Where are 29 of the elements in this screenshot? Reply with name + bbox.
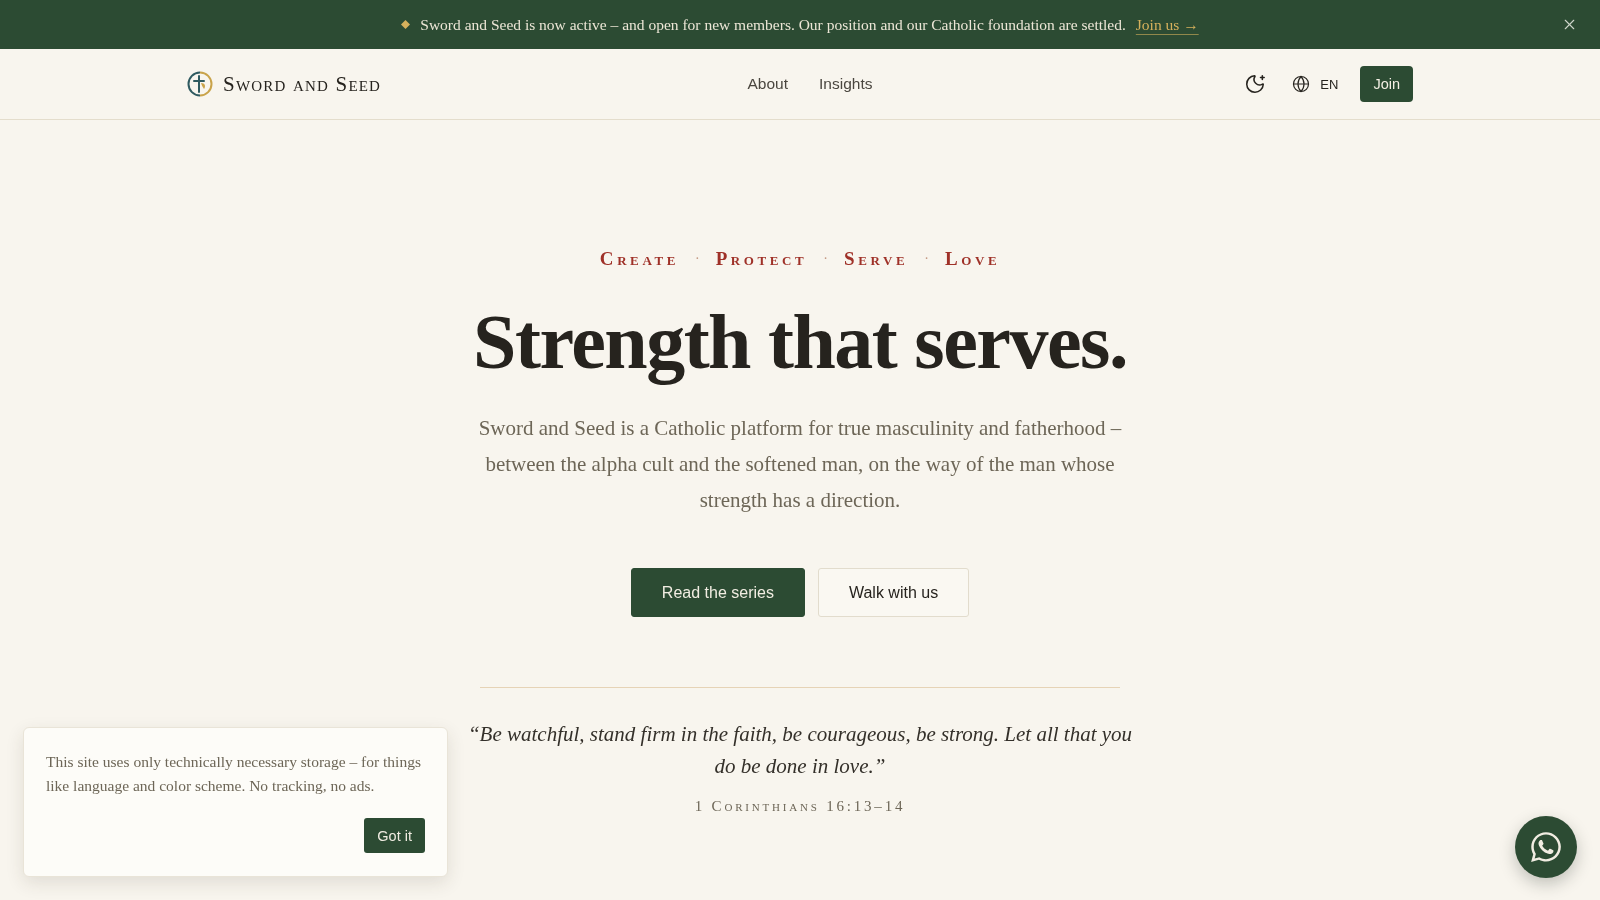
separator-dot: · xyxy=(694,251,700,267)
brand-name: Sword and Seed xyxy=(223,71,382,97)
diamond-icon xyxy=(401,20,411,29)
brand-logo[interactable]: Sword and Seed xyxy=(187,71,382,97)
separator-dot: · xyxy=(823,251,829,267)
phone-bubble-icon xyxy=(1529,830,1563,864)
moon-star-icon xyxy=(1244,73,1267,95)
virtue-label: Love xyxy=(944,248,1001,270)
virtue-label: Create xyxy=(599,248,679,270)
walk-with-us-button[interactable]: Walk with us xyxy=(817,568,970,617)
nav-link[interactable]: About xyxy=(747,75,789,93)
virtue-label: Protect xyxy=(715,248,808,270)
announcement-text: Sword and Seed is now active – and open for new members. Our position and our Catholic foundation are settled. xyxy=(420,15,1126,34)
separator-dot: · xyxy=(924,251,929,267)
hero-intro: Sword and Seed is a Catholic platform for true masculinity and fatherhood – between the alpha cult and the softened man, on the way of the man whose strength has a direction. xyxy=(477,415,1123,514)
got-it-button[interactable]: Got it xyxy=(364,818,425,853)
cookie-text: This site uses only technically necessary storage – for things like language and color scheme. No tracking, no ads. xyxy=(46,752,422,796)
language-button[interactable]: EN xyxy=(1292,71,1339,97)
chat-button[interactable] xyxy=(1515,816,1577,878)
join-button[interactable]: Join xyxy=(1360,66,1413,102)
join-link[interactable]: Join us → xyxy=(1135,15,1199,34)
hero-title: Strength that serves. xyxy=(473,297,1127,387)
globe-icon xyxy=(1292,75,1311,93)
cross-emblem-icon xyxy=(187,71,213,97)
read-series-button[interactable]: Read the series xyxy=(630,568,805,617)
nav-link[interactable]: Insights xyxy=(819,75,873,93)
scripture-quote: “Be watchful, stand firm in the faith, be courageous, be strong. Let all that you do be done in love.” xyxy=(466,721,1134,780)
virtue-label: Serve xyxy=(844,248,909,270)
scripture-citation: 1 Corinthians 16:13–14 xyxy=(694,798,906,815)
